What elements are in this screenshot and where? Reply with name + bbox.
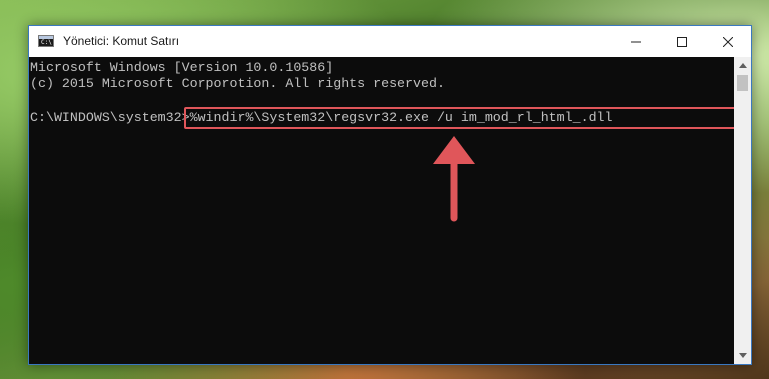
title-bar[interactable]: C:\ Yönetici: Komut Satırı: [29, 26, 751, 57]
window-title: Yönetici: Komut Satırı: [63, 34, 180, 48]
scroll-up-arrow-icon: [738, 63, 747, 68]
minimize-button[interactable]: [613, 26, 659, 57]
cmd-icon: C:\: [38, 35, 54, 47]
close-icon: [723, 36, 733, 47]
console-output[interactable]: Microsoft Windows [Version 10.0.10586] (…: [29, 57, 736, 364]
scroll-down-button[interactable]: [734, 347, 751, 364]
scroll-down-arrow-icon: [738, 353, 747, 358]
command-highlight-box: [184, 107, 736, 129]
maximize-icon: [677, 36, 687, 47]
up-arrow-icon: [433, 136, 475, 222]
scrollbar-thumb[interactable]: [737, 75, 748, 91]
command-prompt-window: C:\ Yönetici: Komut Satırı Microsoft Win…: [28, 25, 752, 365]
prompt-text: C:\WINDOWS\system32>: [30, 110, 190, 125]
console-line: (c) 2015 Microsoft Corporotion. All righ…: [30, 76, 445, 91]
console-line: Microsoft Windows [Version 10.0.10586]: [30, 60, 334, 75]
vertical-scrollbar[interactable]: [734, 57, 751, 364]
scroll-up-button[interactable]: [734, 57, 751, 74]
close-button[interactable]: [705, 26, 751, 57]
maximize-button[interactable]: [659, 26, 705, 57]
minimize-icon: [631, 41, 641, 42]
